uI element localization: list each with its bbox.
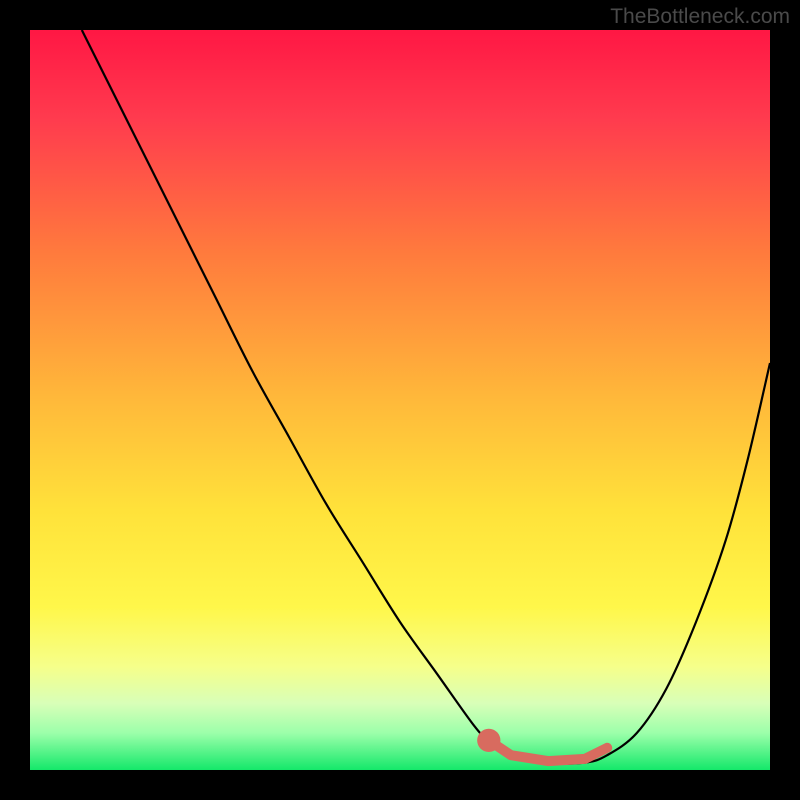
chart-container: TheBottleneck.com (0, 0, 800, 800)
watermark-text: TheBottleneck.com (610, 5, 790, 29)
optimal-point-marker (477, 729, 500, 752)
plot-area (30, 30, 770, 770)
gradient-background (30, 30, 770, 770)
chart-svg (30, 30, 770, 770)
